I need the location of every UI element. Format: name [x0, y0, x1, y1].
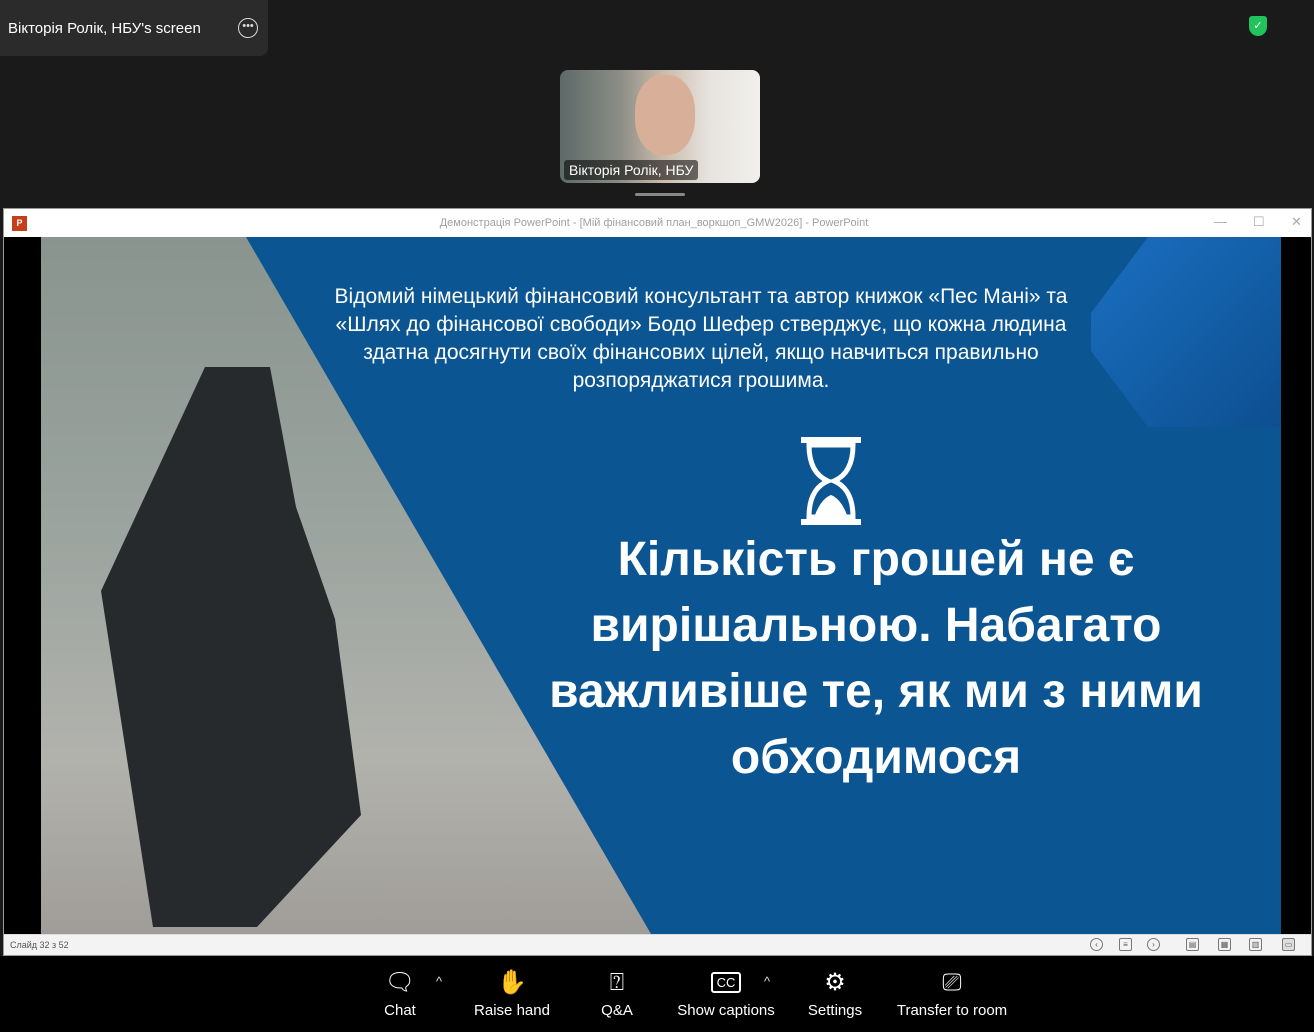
screen-share-tab[interactable]: Вікторія Ролік, НБУ's screen •••: [0, 0, 268, 56]
strip-resize-handle[interactable]: [635, 193, 685, 196]
chat-button[interactable]: 🗨 Chat: [380, 968, 420, 1019]
window-title: Демонстрація PowerPoint - [Мій фінансови…: [439, 217, 869, 229]
normal-view-icon[interactable]: ▤: [1186, 938, 1199, 951]
security-shield-icon[interactable]: ✓: [1249, 16, 1267, 36]
transfer-label: Transfer to room: [896, 1002, 1008, 1019]
decorative-hexagon: [1091, 237, 1281, 427]
show-captions-button[interactable]: CC Show captions: [674, 968, 778, 1019]
qa-icon: ⍰: [609, 969, 625, 996]
powerpoint-window: P Демонстрація PowerPoint - [Мій фінансо…: [3, 208, 1312, 956]
captions-options-caret-icon[interactable]: ^: [764, 974, 770, 989]
slide-sorter-icon[interactable]: ▦: [1218, 938, 1231, 951]
transfer-to-room-button[interactable]: ⎚ Transfer to room: [892, 968, 1012, 1019]
gear-icon: ⚙: [824, 969, 846, 996]
close-icon[interactable]: ✕: [1291, 214, 1302, 230]
top-bar: Вікторія Ролік, НБУ's screen ••• ✓: [0, 0, 1314, 56]
hourglass-icon: [801, 437, 861, 525]
share-label: Вікторія Ролік, НБУ's screen: [8, 20, 201, 37]
next-slide-icon[interactable]: ›: [1147, 938, 1160, 951]
maximize-icon[interactable]: ☐: [1253, 214, 1265, 230]
slide-quote: Відомий німецький фінансовий консультант…: [334, 285, 1068, 392]
reading-view-icon[interactable]: ▥: [1249, 938, 1262, 951]
participant-face: [635, 75, 695, 155]
status-bar: Слайд 32 з 52 ‹ ≡ › ▤ ▦ ▥ ▭: [4, 934, 1311, 955]
slide-area: Відомий німецький фінансовий консультант…: [4, 237, 1311, 934]
settings-label: Settings: [807, 1002, 863, 1019]
minimize-icon[interactable]: —: [1214, 214, 1227, 229]
slide[interactable]: Відомий німецький фінансовий консультант…: [41, 237, 1281, 934]
slide-menu-icon[interactable]: ≡: [1119, 938, 1132, 951]
qa-button[interactable]: ⍰ Q&A: [597, 968, 637, 1019]
hand-icon: ✋: [497, 969, 527, 996]
more-options-icon[interactable]: •••: [238, 18, 258, 38]
qa-label: Q&A: [601, 1002, 633, 1019]
slide-counter: Слайд 32 з 52: [10, 940, 69, 950]
slide-headline: Кількість грошей не є вирішальною. Набаг…: [549, 533, 1203, 784]
raise-hand-label: Raise hand: [474, 1002, 550, 1019]
chat-label: Chat: [384, 1002, 416, 1019]
captions-label: Show captions: [677, 1002, 775, 1019]
settings-button[interactable]: ⚙ Settings: [805, 968, 865, 1019]
cast-icon: ⎚: [942, 969, 962, 996]
previous-slide-icon[interactable]: ‹: [1090, 938, 1103, 951]
cc-icon: CC: [674, 968, 778, 1002]
participant-video[interactable]: Вікторія Ролік, НБУ: [560, 70, 760, 183]
chat-options-caret-icon[interactable]: ^: [436, 974, 442, 989]
slideshow-view-icon[interactable]: ▭: [1282, 938, 1295, 951]
raise-hand-button[interactable]: ✋ Raise hand: [470, 968, 554, 1019]
meeting-toolbar: 🗨 Chat ^ ✋ Raise hand ⍰ Q&A CC Show captions…: [0, 956, 1314, 1032]
window-titlebar: P Демонстрація PowerPoint - [Мій фінансо…: [4, 209, 1311, 237]
participant-name: Вікторія Ролік, НБУ: [564, 160, 699, 180]
photo-person: [101, 367, 361, 927]
chat-icon: 🗨: [384, 969, 416, 996]
